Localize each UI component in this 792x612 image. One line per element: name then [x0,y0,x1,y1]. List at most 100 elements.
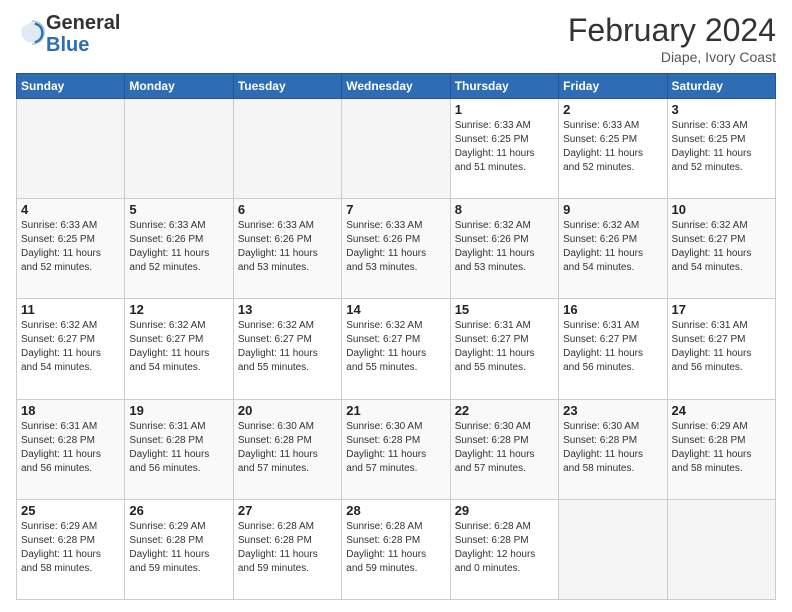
day-number: 8 [455,202,554,217]
day-number: 7 [346,202,445,217]
day-number: 21 [346,403,445,418]
calendar-cell: 23Sunrise: 6:30 AM Sunset: 6:28 PM Dayli… [559,399,667,499]
day-info: Sunrise: 6:33 AM Sunset: 6:26 PM Dayligh… [129,219,228,275]
calendar-cell: 3Sunrise: 6:33 AM Sunset: 6:25 PM Daylig… [667,99,775,199]
calendar-week-4: 18 Sunrise: 6:31 AM Sunset: 6:28 PM Dayli… [17,399,776,499]
calendar-cell [559,499,667,599]
day-number: 9 [563,202,662,217]
day-info: Sunrise: 6:31 AM Sunset: 6:28 PM Dayligh… [21,420,120,476]
day-number: 13 [238,302,337,317]
calendar-cell: 24 Sunrise: 6:29 AM Sunset: 6:28 PM Dayli… [667,399,775,499]
day-info: Sunrise: 6:28 AM Sunset: 6:28 PM Dayligh… [455,520,554,576]
calendar-cell: 8 Sunrise: 6:32 AM Sunset: 6:26 PM Daylig… [450,199,558,299]
day-info: Sunrise: 6:33 AM Sunset: 6:25 PM Dayligh… [455,119,554,175]
day-number: 15 [455,302,554,317]
day-info: Sunrise: 6:33 AM Sunset: 6:26 PM Dayligh… [346,219,445,275]
page-header: General Blue February 2024 Diape, Ivory … [16,12,776,65]
day-number: 29 [455,503,554,518]
day-info: Sunrise: 6:32 AM Sunset: 6:27 PM Dayligh… [129,319,228,375]
day-info: Sunrise: 6:33 AM Sunset: 6:26 PM Dayligh… [238,219,337,275]
calendar-cell: 28 Sunrise: 6:28 AM Sunset: 6:28 PM Dayli… [342,499,450,599]
month-title: February 2024 [568,12,776,49]
calendar-week-1: 1 Sunrise: 6:33 AM Sunset: 6:25 PM Daylig… [17,99,776,199]
calendar-cell [667,499,775,599]
calendar-cell [233,99,341,199]
calendar-cell: 15 Sunrise: 6:31 AM Sunset: 6:27 PM Dayli… [450,299,558,399]
calendar-cell: 26 Sunrise: 6:29 AM Sunset: 6:28 PM Dayli… [125,499,233,599]
day-number: 25 [21,503,120,518]
calendar-cell: 20Sunrise: 6:30 AM Sunset: 6:28 PM Dayli… [233,399,341,499]
calendar-cell: 4 Sunrise: 6:33 AM Sunset: 6:25 PM Daylig… [17,199,125,299]
calendar-cell: 12 Sunrise: 6:32 AM Sunset: 6:27 PM Dayli… [125,299,233,399]
day-info: Sunrise: 6:33 AM Sunset: 6:25 PM Dayligh… [21,219,120,275]
calendar-cell: 1 Sunrise: 6:33 AM Sunset: 6:25 PM Daylig… [450,99,558,199]
day-info: Sunrise: 6:32 AM Sunset: 6:27 PM Dayligh… [672,219,771,275]
day-info: Sunrise: 6:29 AM Sunset: 6:28 PM Dayligh… [129,520,228,576]
title-block: February 2024 Diape, Ivory Coast [568,12,776,65]
day-info: Sunrise: 6:33 AM Sunset: 6:25 PM Dayligh… [563,119,662,175]
day-info: Sunrise: 6:31 AM Sunset: 6:27 PM Dayligh… [563,319,662,375]
calendar-header-wednesday: Wednesday [342,74,450,99]
day-number: 19 [129,403,228,418]
day-info: Sunrise: 6:30 AM Sunset: 6:28 PM Dayligh… [455,420,554,476]
day-info: Sunrise: 6:31 AM Sunset: 6:27 PM Dayligh… [455,319,554,375]
calendar-header-saturday: Saturday [667,74,775,99]
day-info: Sunrise: 6:32 AM Sunset: 6:26 PM Dayligh… [455,219,554,275]
day-number: 3 [672,102,771,117]
day-number: 28 [346,503,445,518]
day-info: Sunrise: 6:31 AM Sunset: 6:28 PM Dayligh… [129,420,228,476]
calendar-cell: 21 Sunrise: 6:30 AM Sunset: 6:28 PM Dayli… [342,399,450,499]
calendar-cell: 17 Sunrise: 6:31 AM Sunset: 6:27 PM Dayli… [667,299,775,399]
day-number: 16 [563,302,662,317]
day-number: 2 [563,102,662,117]
day-info: Sunrise: 6:32 AM Sunset: 6:27 PM Dayligh… [21,319,120,375]
calendar-cell: 2 Sunrise: 6:33 AM Sunset: 6:25 PM Daylig… [559,99,667,199]
day-number: 27 [238,503,337,518]
day-info: Sunrise: 6:29 AM Sunset: 6:28 PM Dayligh… [21,520,120,576]
day-number: 18 [21,403,120,418]
calendar-cell: 29 Sunrise: 6:28 AM Sunset: 6:28 PM Dayli… [450,499,558,599]
calendar-cell: 7 Sunrise: 6:33 AM Sunset: 6:26 PM Daylig… [342,199,450,299]
calendar-cell: 6 Sunrise: 6:33 AM Sunset: 6:26 PM Daylig… [233,199,341,299]
calendar-cell: 19 Sunrise: 6:31 AM Sunset: 6:28 PM Dayli… [125,399,233,499]
calendar-table: SundayMondayTuesdayWednesdayThursdayFrid… [16,73,776,600]
logo-blue: Blue [46,34,120,56]
calendar-cell: 11 Sunrise: 6:32 AM Sunset: 6:27 PM Dayli… [17,299,125,399]
day-info: Sunrise: 6:28 AM Sunset: 6:28 PM Dayligh… [238,520,337,576]
day-number: 4 [21,202,120,217]
day-number: 6 [238,202,337,217]
day-info: Sunrise: 6:30 AM Sunset: 6:28 PM Dayligh… [563,420,662,476]
day-info: Sunrise: 6:28 AM Sunset: 6:28 PM Dayligh… [346,520,445,576]
calendar-cell: 13Sunrise: 6:32 AM Sunset: 6:27 PM Dayli… [233,299,341,399]
day-info: Sunrise: 6:30 AM Sunset: 6:28 PM Dayligh… [346,420,445,476]
day-number: 1 [455,102,554,117]
calendar-header-friday: Friday [559,74,667,99]
calendar-header-tuesday: Tuesday [233,74,341,99]
logo: General Blue [16,12,120,56]
calendar-cell: 16 Sunrise: 6:31 AM Sunset: 6:27 PM Dayli… [559,299,667,399]
calendar-header-row: SundayMondayTuesdayWednesdayThursdayFrid… [17,74,776,99]
day-number: 17 [672,302,771,317]
day-number: 12 [129,302,228,317]
calendar-header-sunday: Sunday [17,74,125,99]
calendar-cell: 5 Sunrise: 6:33 AM Sunset: 6:26 PM Daylig… [125,199,233,299]
calendar-cell [17,99,125,199]
calendar-cell [342,99,450,199]
calendar-cell: 9Sunrise: 6:32 AM Sunset: 6:26 PM Daylig… [559,199,667,299]
day-number: 26 [129,503,228,518]
day-number: 10 [672,202,771,217]
calendar-week-3: 11 Sunrise: 6:32 AM Sunset: 6:27 PM Dayli… [17,299,776,399]
day-info: Sunrise: 6:30 AM Sunset: 6:28 PM Dayligh… [238,420,337,476]
calendar-header-thursday: Thursday [450,74,558,99]
day-number: 14 [346,302,445,317]
day-info: Sunrise: 6:29 AM Sunset: 6:28 PM Dayligh… [672,420,771,476]
day-number: 11 [21,302,120,317]
day-info: Sunrise: 6:31 AM Sunset: 6:27 PM Dayligh… [672,319,771,375]
calendar-cell: 27 Sunrise: 6:28 AM Sunset: 6:28 PM Dayli… [233,499,341,599]
calendar-week-5: 25 Sunrise: 6:29 AM Sunset: 6:28 PM Dayli… [17,499,776,599]
calendar-cell: 18 Sunrise: 6:31 AM Sunset: 6:28 PM Dayli… [17,399,125,499]
day-number: 24 [672,403,771,418]
day-number: 5 [129,202,228,217]
calendar-week-2: 4 Sunrise: 6:33 AM Sunset: 6:25 PM Daylig… [17,199,776,299]
calendar-cell: 25 Sunrise: 6:29 AM Sunset: 6:28 PM Dayli… [17,499,125,599]
